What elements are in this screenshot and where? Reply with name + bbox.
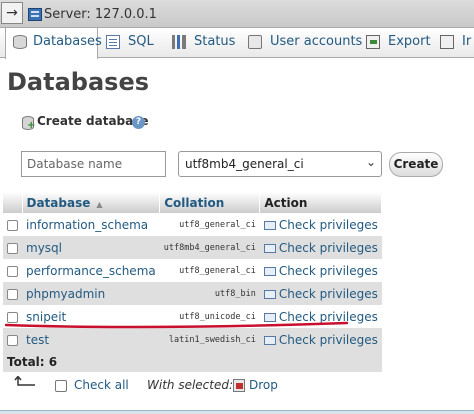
users-icon xyxy=(248,35,262,49)
header-collation[interactable]: Collation xyxy=(159,192,261,213)
check-all-label[interactable]: Check all xyxy=(74,378,129,392)
privileges-icon xyxy=(263,335,276,345)
collapse-navigation-button[interactable]: → xyxy=(1,2,23,24)
row-checkbox[interactable] xyxy=(7,242,18,254)
breadcrumb-server-link[interactable]: Server: 127.0.0.1 xyxy=(44,7,157,22)
header-checkbox-cell xyxy=(3,192,23,213)
sql-icon xyxy=(106,35,120,49)
server-icon xyxy=(28,8,42,21)
with-selected-label: With selected: xyxy=(147,378,234,392)
import-icon xyxy=(440,35,454,49)
table-row: phpmyadmin utf8_bin Check privileges xyxy=(3,282,382,305)
table-total-row: Total: 6 xyxy=(3,351,382,372)
total-label: Total: 6 xyxy=(3,351,382,372)
database-name-link[interactable]: test xyxy=(22,328,160,351)
top-tab-bar: Databases SQL Status User accounts Expor… xyxy=(0,28,474,59)
check-privileges-label[interactable]: Check privileges xyxy=(279,264,378,278)
table-row: performance_schema utf8_general_ci Check… xyxy=(3,259,382,282)
tab-label: User accounts xyxy=(270,34,363,49)
privileges-icon xyxy=(263,266,276,276)
collation-select[interactable]: utf8mb4_general_ci ⌄ xyxy=(178,151,382,177)
tab-label: Databases xyxy=(33,34,102,49)
table-row: test latin1_swedish_ci Check privileges xyxy=(3,328,382,351)
row-checkbox[interactable] xyxy=(7,288,18,300)
tab-label: Status xyxy=(194,34,236,49)
tab-label: Export xyxy=(388,34,431,49)
header-collation-label[interactable]: Collation xyxy=(164,196,224,210)
tab-export[interactable]: Export xyxy=(366,28,431,58)
check-privileges-label[interactable]: Check privileges xyxy=(279,333,378,347)
table-row: mysql utf8mb4_general_ci Check privilege… xyxy=(3,236,382,259)
header-database-label[interactable]: Database xyxy=(27,196,91,210)
check-privileges-link[interactable]: Check privileges xyxy=(259,328,382,351)
row-checkbox[interactable] xyxy=(7,334,18,346)
check-all-checkbox[interactable] xyxy=(55,380,67,392)
collation-select-value: utf8mb4_general_ci xyxy=(185,157,304,171)
tab-label: Ir xyxy=(462,34,472,49)
page-title: Databases xyxy=(7,68,150,96)
arrow-up-left-icon xyxy=(14,376,35,386)
check-privileges-label[interactable]: Check privileges xyxy=(279,218,378,232)
collation-cell: utf8mb4_general_ci xyxy=(159,236,260,259)
tab-sql[interactable]: SQL xyxy=(106,28,162,58)
tab-import[interactable]: Ir xyxy=(440,28,474,58)
table-row: information_schema utf8_general_ci Check… xyxy=(3,213,382,236)
drop-icon xyxy=(233,379,245,392)
breadcrumb-bar: → Server: 127.0.0.1 xyxy=(0,0,474,28)
database-name-input[interactable] xyxy=(21,151,166,177)
row-checkbox[interactable] xyxy=(7,219,18,231)
check-privileges-link[interactable]: Check privileges xyxy=(259,213,382,236)
header-action-label: Action xyxy=(264,195,308,210)
database-name-link[interactable]: information_schema xyxy=(22,213,160,236)
table-header-row: Database ▲ Collation Action xyxy=(3,192,383,213)
collation-cell: utf8_general_ci xyxy=(159,259,260,282)
collation-cell: utf8_bin xyxy=(159,282,260,305)
database-name-link[interactable]: performance_schema xyxy=(22,259,160,282)
database-name-link[interactable]: mysql xyxy=(22,236,160,259)
create-button[interactable]: Create xyxy=(389,152,443,177)
tab-status[interactable]: Status xyxy=(172,28,236,58)
bottom-border xyxy=(0,410,474,414)
database-name-link[interactable]: phpmyadmin xyxy=(22,282,160,305)
tab-label: SQL xyxy=(128,34,154,49)
check-privileges-label[interactable]: Check privileges xyxy=(279,287,378,301)
drop-button[interactable]: Drop xyxy=(249,378,278,392)
sort-arrow-icon: ▲ xyxy=(96,199,103,209)
export-icon xyxy=(366,35,380,49)
chevron-down-icon: ⌄ xyxy=(365,155,376,169)
collation-cell: utf8_general_ci xyxy=(159,213,260,236)
databases-table: Database ▲ Collation Action information_s… xyxy=(3,192,383,372)
bulk-actions-footer: Check all With selected: Drop xyxy=(0,372,474,400)
header-action: Action xyxy=(259,192,383,213)
tab-databases[interactable]: Databases xyxy=(5,28,102,59)
header-database[interactable]: Database ▲ xyxy=(22,192,161,213)
help-icon[interactable]: ? xyxy=(132,116,145,129)
check-privileges-link[interactable]: Check privileges xyxy=(259,259,382,282)
privileges-icon xyxy=(263,289,276,299)
privileges-icon xyxy=(263,220,276,230)
tab-user-accounts[interactable]: User accounts xyxy=(248,28,362,58)
create-database-icon xyxy=(22,116,35,131)
check-privileges-link[interactable]: Check privileges xyxy=(259,282,382,305)
check-privileges-link[interactable]: Check privileges xyxy=(259,236,382,259)
status-icon xyxy=(172,35,186,49)
collation-cell: latin1_swedish_ci xyxy=(159,328,260,351)
privileges-icon xyxy=(263,243,276,253)
check-privileges-label[interactable]: Check privileges xyxy=(279,241,378,255)
database-icon xyxy=(13,35,27,49)
row-checkbox[interactable] xyxy=(7,265,18,277)
annotation-underline xyxy=(5,321,349,329)
